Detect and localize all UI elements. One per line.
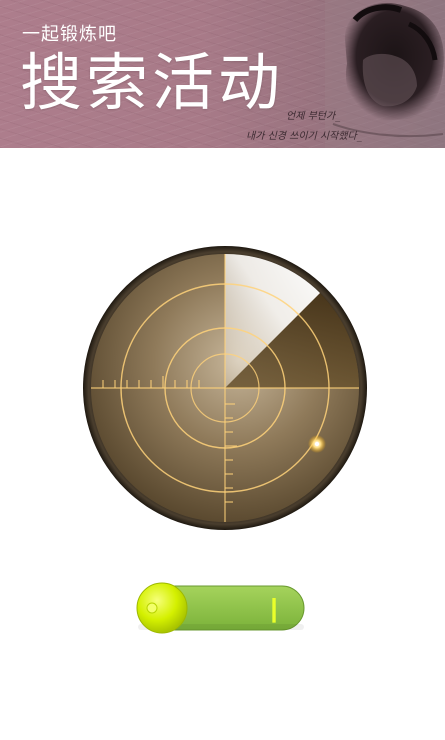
switch-icon: |	[136, 582, 305, 634]
header-banner: 一起锻炼吧 搜索活动 언제 부턴가_ 내가 신경 쓰이기 시작했다_	[0, 0, 445, 148]
page-title: 搜索活动	[20, 46, 285, 119]
handwriting-line-2: 내가 신경 쓰이기 시작했다_	[246, 131, 362, 142]
switch-on-mark: |	[270, 593, 277, 623]
handwriting-line-1: 언제 부턴가_	[286, 111, 341, 122]
switch-knob	[136, 582, 188, 634]
radar-icon	[83, 246, 367, 530]
radar-blip-core	[314, 441, 320, 447]
header-subtitle: 一起锻炼吧	[22, 24, 117, 45]
banner-photo	[325, 0, 445, 148]
search-toggle-switch[interactable]: |	[136, 582, 306, 634]
